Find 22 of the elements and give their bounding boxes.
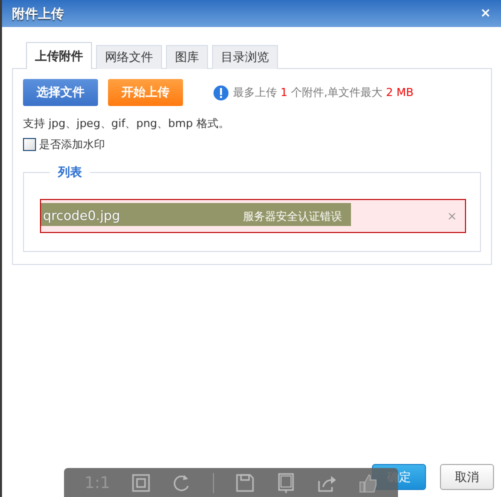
watermark-checkbox[interactable]	[23, 138, 36, 151]
thumbs-up-icon[interactable]	[358, 472, 378, 492]
upload-limit-note: 最多上传 1 个附件,单文件最大 2 MB	[233, 85, 414, 100]
tab[interactable]: 上传附件	[26, 42, 92, 69]
close-button[interactable]: ×	[478, 6, 493, 21]
tab[interactable]: 网络文件	[96, 45, 162, 69]
fit-icon[interactable]	[131, 472, 152, 492]
tab[interactable]: 图库	[166, 45, 208, 69]
cancel-button[interactable]: 取消	[440, 464, 494, 490]
file-name: qrcode0.jpg	[43, 208, 122, 224]
dialog-title: 附件上传	[12, 6, 64, 22]
save-icon[interactable]	[234, 472, 255, 492]
remove-button[interactable]: ×	[446, 209, 457, 223]
watermark-label: 是否添加水印	[39, 137, 105, 152]
list-legend: 列表	[50, 164, 90, 181]
supported-formats-text: 支持 jpg、jpeg、gif、png、bmp 格式。	[23, 116, 230, 131]
error-message: 服务器安全认证错误	[243, 208, 343, 224]
info-icon	[213, 84, 229, 100]
start-upload-button[interactable]: 开始上传	[108, 79, 183, 106]
tab[interactable]: 目录浏览	[212, 45, 278, 69]
select-file-button[interactable]: 选择文件	[23, 79, 98, 106]
frame-icon[interactable]	[276, 472, 296, 492]
